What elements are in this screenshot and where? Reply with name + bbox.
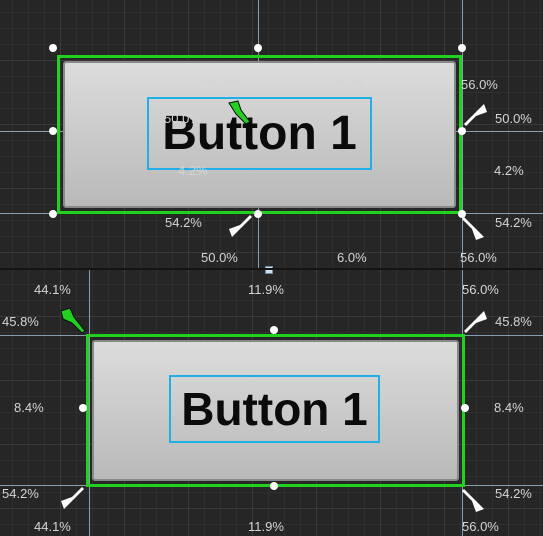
offset-label: 50.0% — [202, 75, 239, 90]
offset-label: 8.4% — [14, 400, 44, 415]
resize-handle-left[interactable] — [79, 404, 87, 412]
text-block[interactable]: Button 1 — [169, 375, 380, 443]
offset-label: 56.0% — [462, 282, 499, 297]
offset-label: 50.0% — [164, 111, 201, 126]
designer-canvas[interactable]: Button 1 50.0% 6.0% 56.0% 50.0% 50.0% 4.… — [0, 0, 543, 536]
offset-label: 4.2% — [494, 163, 524, 178]
offset-label: 4.2% — [178, 163, 208, 178]
offset-label: 11.9% — [248, 519, 284, 534]
offset-label: 44.1% — [34, 519, 71, 534]
bottom-preview-pane: Button 1 44.1% 11.9% 56.0% 45.8% 45.8% 8… — [0, 270, 543, 536]
offset-label: 45.8% — [495, 314, 532, 329]
offset-label: 56.0% — [461, 77, 498, 92]
offset-label: 54.2% — [495, 486, 532, 501]
anchor-bottom-icon[interactable] — [228, 215, 254, 241]
offset-label: 50.0% — [495, 111, 532, 126]
text-block[interactable]: Button 1 — [147, 97, 372, 170]
offset-label: 54.2% — [2, 486, 39, 501]
anchor-center-icon[interactable] — [226, 100, 252, 126]
offset-label: 56.0% — [462, 519, 499, 534]
resize-handle-right[interactable] — [458, 127, 466, 135]
offset-label: 11.9% — [248, 282, 284, 297]
offset-label: 45.8% — [2, 314, 39, 329]
button-label: Button 1 — [181, 383, 368, 435]
offset-label: 6.0% — [336, 75, 366, 90]
resize-handle-bottom[interactable] — [270, 482, 278, 490]
anchor-top-right-icon[interactable] — [462, 307, 488, 333]
resize-handle-top-right[interactable] — [458, 44, 466, 52]
anchor-right-icon[interactable] — [462, 100, 488, 126]
resize-handle-right[interactable] — [461, 404, 469, 412]
anchor-bottom-left-icon[interactable] — [60, 487, 86, 513]
anchor-bottom-right-icon[interactable] — [462, 487, 488, 513]
resize-handle-bottom-left[interactable] — [49, 210, 57, 218]
anchor-top-left-icon[interactable] — [60, 307, 86, 333]
offset-label: 44.1% — [34, 282, 71, 297]
resize-handle-top[interactable] — [270, 326, 278, 334]
offset-label: 6.0% — [337, 250, 367, 265]
offset-label: 8.4% — [494, 400, 524, 415]
offset-label: 54.2% — [165, 215, 202, 230]
resize-handle-top-left[interactable] — [49, 44, 57, 52]
resize-handle-top[interactable] — [254, 44, 262, 52]
resize-handle-left[interactable] — [49, 127, 57, 135]
top-preview-pane: Button 1 50.0% 6.0% 56.0% 50.0% 50.0% 4.… — [0, 0, 543, 274]
offset-label: 56.0% — [460, 250, 497, 265]
offset-label: 50.0% — [201, 250, 238, 265]
resize-handle-bottom[interactable] — [254, 210, 262, 218]
anchor-bottom-right-icon[interactable] — [462, 215, 488, 241]
offset-label: 54.2% — [495, 215, 532, 230]
